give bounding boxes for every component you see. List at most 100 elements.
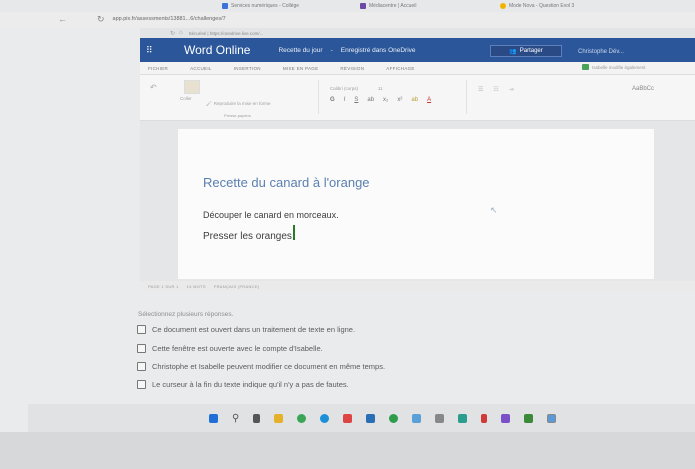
title-separator: - [330,46,333,54]
strikethrough-icon: ab [367,97,375,103]
app-grey-icon[interactable] [435,413,445,423]
indent-icon: ⇥ [508,87,514,93]
paragraph-2-text: Presser les oranges [203,231,292,242]
quiz-prompt: Sélectionnez plusieurs réponses. [138,311,234,318]
highlight-icon: ab [411,97,419,103]
italic-icon: I [343,97,346,103]
inner-url-text: Sécurisé | https://onedrive.live.com/... [188,30,264,36]
superscript-icon: x² [397,97,403,103]
tab-favicon-icon [222,3,228,9]
clipboard-group-label: Presse-papiers [224,113,251,118]
document-paragraph-2: Presser les oranges [203,225,295,244]
quiz-option-1[interactable]: Ce document est ouvert dans un traitemen… [137,325,355,334]
search-icon[interactable]: ⚲ [232,413,239,424]
start-menu-icon[interactable] [209,413,218,423]
app-launcher-icon: ⠿ [146,44,153,55]
checkbox[interactable] [137,344,146,353]
url-text[interactable]: app.pix.fr/assessments/13881...6/challen… [113,16,226,22]
quiz-option-2[interactable]: Cette fenêtre est ouverte avec le compte… [137,344,323,353]
tab-affichage: AFFICHAGE [386,65,415,71]
mouse-pointer-icon: ↖ [490,205,498,215]
browser-tab-pix[interactable]: Mode Nova - Question Evol 3 [500,1,620,11]
task-view-icon[interactable] [253,413,261,423]
checkbox[interactable] [137,325,146,334]
inner-reload-icon: ↻ [170,30,176,37]
coauthor-icon [582,64,589,70]
app-purple-icon[interactable] [501,413,511,423]
laptop-bezel [0,432,695,469]
document-title: Recette du canard à l'orange [203,175,370,190]
status-language: FRANÇAIS (FRANCE) [213,283,260,289]
undo-icon: ↶ [150,83,157,92]
option-label: Cette fenêtre est ouverte avec le compte… [152,344,323,353]
app-green-icon[interactable] [389,413,399,423]
numbering-icon: ☷ [493,87,499,93]
ribbon-separator [318,80,319,114]
font-size-box: 11 [378,86,383,91]
app-teal-icon[interactable] [458,413,468,423]
save-status: Enregistré dans OneDrive [340,46,416,54]
browser-tab-label: Médiacentre | Accueil [369,3,417,9]
status-words: 14 MOTS [186,283,206,289]
coauthor-label: Isabelle modifie également [592,64,646,70]
tab-revision: RÉVISION [340,65,365,71]
tab-accueil: ACCUEIL [190,65,212,71]
edge-icon[interactable] [320,413,330,423]
inner-address-bar: ↻ ⌂ Sécurisé | https://onedrive.live.com… [140,28,695,38]
app-active-icon[interactable] [547,413,557,423]
font-color-icon: A [427,97,432,103]
browser-address-bar: ← ↻ app.pix.fr/assessments/13881...6/cha… [0,12,695,26]
checkbox[interactable] [137,362,146,371]
app-name: Word Online [184,43,251,57]
app-blue-icon[interactable] [412,413,422,423]
tab-mise-en-page: MISE EN PAGE [282,65,319,71]
option-label: Ce document est ouvert dans un traitemen… [152,325,356,334]
user-account-name: Christophe Dév... [578,49,624,55]
browser-tab-label: Services numériques - Collège [231,3,300,9]
share-label: Partager [519,48,543,54]
windows-taskbar: ⚲ [28,404,695,432]
share-button: 👥 Partager [490,45,562,57]
document-name: Recette du jour [278,46,323,54]
format-painter: 🖌 Reproduire la mise en forme [206,101,271,107]
coauthor-indicator: Isabelle modifie également [582,64,646,70]
browser-tab-services[interactable]: Services numériques - Collège [222,1,342,11]
document-paragraph-1: Découper le canard en morceaux. [203,210,339,220]
paste-icon [184,80,200,94]
font-format-row: G I S ab x₂ x² ab A [330,97,431,103]
file-explorer-icon[interactable] [274,413,284,423]
inner-home-icon: ⌂ [179,30,183,36]
browser-tab-label: Mode Nova - Question Evol 3 [509,3,575,9]
mail-icon[interactable] [366,413,376,423]
browser-tab-mediacentre[interactable]: Médiacentre | Accueil [360,1,470,11]
tab-favicon-icon [360,3,366,9]
paragraph-group: ☰ ☷ ⇥ [478,86,514,93]
paste-label: Coller [180,96,192,101]
font-name-box: Calibri (corps) [330,86,359,91]
bold-icon: G [330,97,335,103]
checkbox[interactable] [137,380,146,389]
format-painter-label: Reproduire la mise en forme [213,101,271,106]
word-status-bar: PAGE 1 SUR 1 14 MOTS FRANÇAIS (FRANCE) [140,281,695,291]
status-page: PAGE 1 SUR 1 [148,283,179,289]
tab-fichier: FICHIER [148,65,169,71]
bullets-icon: ☰ [478,87,484,93]
ribbon-separator [466,80,467,114]
quiz-option-3[interactable]: Christophe et Isabelle peuvent modifier … [137,362,385,371]
tab-insertion: INSERTION [233,65,261,71]
option-label: Le curseur à la fin du texte indique qu'… [152,380,349,389]
tab-favicon-icon [500,3,506,9]
app-darkgreen-icon[interactable] [524,413,534,423]
reload-icon[interactable]: ↻ [97,14,105,25]
style-normal-preview: AaBbCc [632,86,655,92]
quiz-option-4[interactable]: Le curseur à la fin du texte indique qu'… [137,380,349,389]
document-page [178,129,654,279]
app-red-icon[interactable] [481,413,488,423]
chrome-icon[interactable] [297,413,307,423]
format-painter-icon: 🖌 [206,101,212,106]
option-label: Christophe et Isabelle peuvent modifier … [152,362,386,371]
store-icon[interactable] [343,413,353,423]
underline-icon: S [354,97,359,103]
back-arrow-icon[interactable]: ← [58,14,67,24]
text-cursor [292,225,295,240]
